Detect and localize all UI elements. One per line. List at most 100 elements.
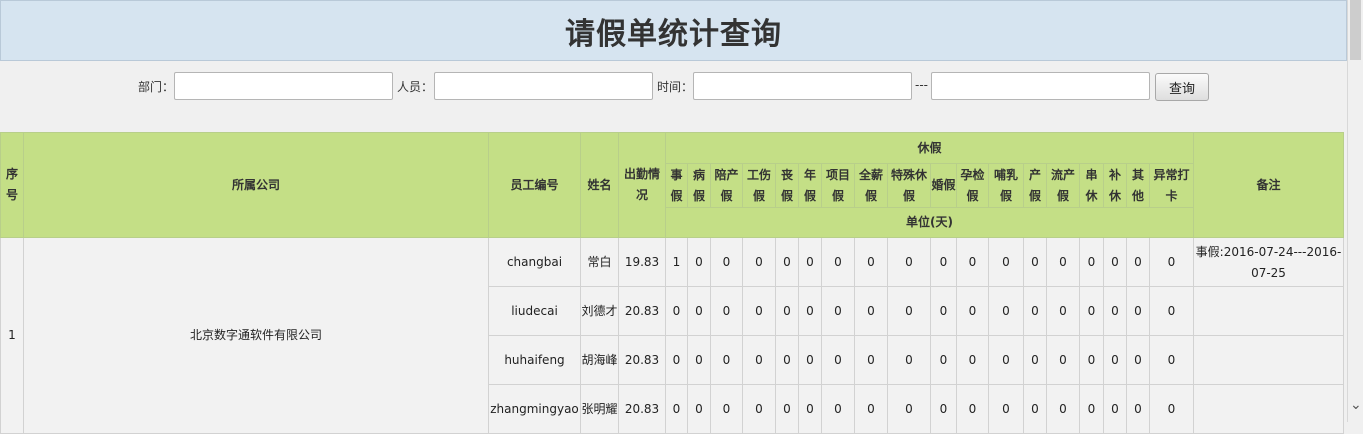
header-name: 姓名 [580, 132, 619, 238]
leave-value-cell: 0 [1023, 335, 1047, 385]
remark-cell: 事假:2016-07-24---2016-07-25 [1193, 237, 1344, 287]
leave-value-cell: 0 [956, 286, 989, 336]
remark-cell [1193, 286, 1344, 336]
leave-value-cell: 0 [665, 384, 688, 434]
vertical-scrollbar[interactable]: ⌄ [1347, 0, 1363, 422]
leave-value-cell: 0 [775, 237, 799, 287]
leave-value-cell: 0 [1103, 335, 1127, 385]
leave-value-cell: 0 [821, 335, 855, 385]
leave-value-cell: 0 [956, 237, 989, 287]
emp-no-cell: zhangmingyao [488, 384, 581, 434]
leave-value-cell: 0 [887, 286, 931, 336]
leave-value-cell: 0 [821, 384, 855, 434]
dept-label: 部门： [138, 80, 175, 94]
emp-no-cell: liudecai [488, 286, 581, 336]
leave-value-cell: 0 [956, 384, 989, 434]
leave-value-cell: 0 [1103, 286, 1127, 336]
filter-bar: 部门： 人员： 时间： --- 查询 [0, 70, 1347, 104]
leave-value-cell: 0 [988, 237, 1024, 287]
leave-value-cell: 0 [687, 335, 711, 385]
leave-value-cell: 0 [930, 286, 957, 336]
leave-value-cell: 0 [1149, 384, 1194, 434]
header-leave-type: 项目假 [821, 163, 855, 208]
leave-value-cell: 0 [1126, 237, 1150, 287]
end-date-input[interactable] [931, 72, 1150, 100]
leave-value-cell: 0 [742, 335, 776, 385]
leave-value-cell: 0 [1126, 335, 1150, 385]
leave-value-cell: 0 [1023, 286, 1047, 336]
header-attendance: 出勤情况 [618, 132, 666, 238]
leave-value-cell: 0 [665, 335, 688, 385]
header-leave-group: 休假 [665, 132, 1194, 164]
header-leave-type: 陪产假 [710, 163, 743, 208]
leave-value-cell: 0 [1023, 237, 1047, 287]
title-bar: 请假单统计查询 [0, 0, 1347, 61]
leave-value-cell: 0 [798, 286, 822, 336]
name-cell: 张明耀 [580, 384, 619, 434]
header-leave-type: 补休 [1103, 163, 1127, 208]
header-company: 所属公司 [23, 132, 489, 238]
leave-value-cell: 0 [1149, 335, 1194, 385]
leave-value-cell: 0 [665, 286, 688, 336]
dept-input[interactable] [174, 72, 393, 100]
header-unit: 单位(天) [665, 207, 1194, 238]
leave-value-cell: 0 [775, 384, 799, 434]
leave-value-cell: 0 [1079, 335, 1104, 385]
leave-value-cell: 0 [1046, 335, 1080, 385]
date-separator: --- [915, 78, 928, 92]
page-title: 请假单统计查询 [565, 16, 782, 52]
leave-value-cell: 0 [1126, 286, 1150, 336]
query-button[interactable]: 查询 [1155, 73, 1209, 101]
leave-value-cell: 0 [821, 237, 855, 287]
scrollbar-thumb[interactable] [1350, 0, 1361, 60]
leave-value-cell: 0 [887, 237, 931, 287]
leave-value-cell: 0 [930, 384, 957, 434]
name-cell: 常白 [580, 237, 619, 287]
time-label: 时间： [657, 80, 694, 94]
leave-value-cell: 0 [775, 286, 799, 336]
header-leave-type: 串休 [1079, 163, 1104, 208]
leave-value-cell: 0 [710, 237, 743, 287]
leave-value-cell: 0 [854, 237, 888, 287]
table-row: 1 北京数字通软件有限公司 changbai 常白 19.83 1 0 0 0 0 0 0 0 0 0 0 0 0… [0, 237, 1344, 434]
header-leave-type: 病假 [687, 163, 711, 208]
chevron-down-icon[interactable]: ⌄ [1350, 398, 1362, 412]
leave-value-cell: 0 [854, 286, 888, 336]
leave-value-cell: 0 [988, 384, 1024, 434]
leave-value-cell: 0 [1079, 237, 1104, 287]
header-leave-type: 事假 [665, 163, 688, 208]
leave-value-cell: 0 [1149, 286, 1194, 336]
leave-value-cell: 0 [988, 335, 1024, 385]
leave-value-cell: 0 [854, 384, 888, 434]
person-input[interactable] [434, 72, 653, 100]
header-leave-type: 特殊休假 [887, 163, 931, 208]
leave-value-cell: 0 [1046, 237, 1080, 287]
leave-value-cell: 0 [798, 384, 822, 434]
leave-value-cell: 0 [798, 237, 822, 287]
attendance-cell: 20.83 [618, 384, 666, 434]
start-date-input[interactable] [693, 72, 912, 100]
header-leave-type: 工伤假 [742, 163, 776, 208]
header-leave-type: 全薪假 [854, 163, 888, 208]
leave-value-cell: 0 [775, 335, 799, 385]
attendance-cell: 20.83 [618, 286, 666, 336]
leave-value-cell: 0 [742, 384, 776, 434]
name-cell: 胡海峰 [580, 335, 619, 385]
leave-value-cell: 0 [887, 384, 931, 434]
leave-value-cell: 0 [742, 286, 776, 336]
header-leave-type: 丧假 [775, 163, 799, 208]
leave-value-cell: 0 [956, 335, 989, 385]
leave-value-cell: 0 [687, 237, 711, 287]
header-seq: 序号 [0, 132, 24, 238]
remark-cell [1193, 384, 1344, 434]
leave-value-cell: 0 [798, 335, 822, 385]
emp-no-cell: huhaifeng [488, 335, 581, 385]
header-leave-type: 其他 [1126, 163, 1150, 208]
leave-value-cell: 0 [988, 286, 1024, 336]
header-leave-type: 年假 [798, 163, 822, 208]
leave-value-cell: 0 [710, 384, 743, 434]
leave-table: 序号 所属公司 员工编号 姓名 出勤情况 休假 备注 事假 病假 陪产假 工伤假 丧假年… [0, 132, 1344, 434]
attendance-cell: 20.83 [618, 335, 666, 385]
seq-cell: 1 [0, 237, 24, 434]
attendance-cell: 19.83 [618, 237, 666, 287]
